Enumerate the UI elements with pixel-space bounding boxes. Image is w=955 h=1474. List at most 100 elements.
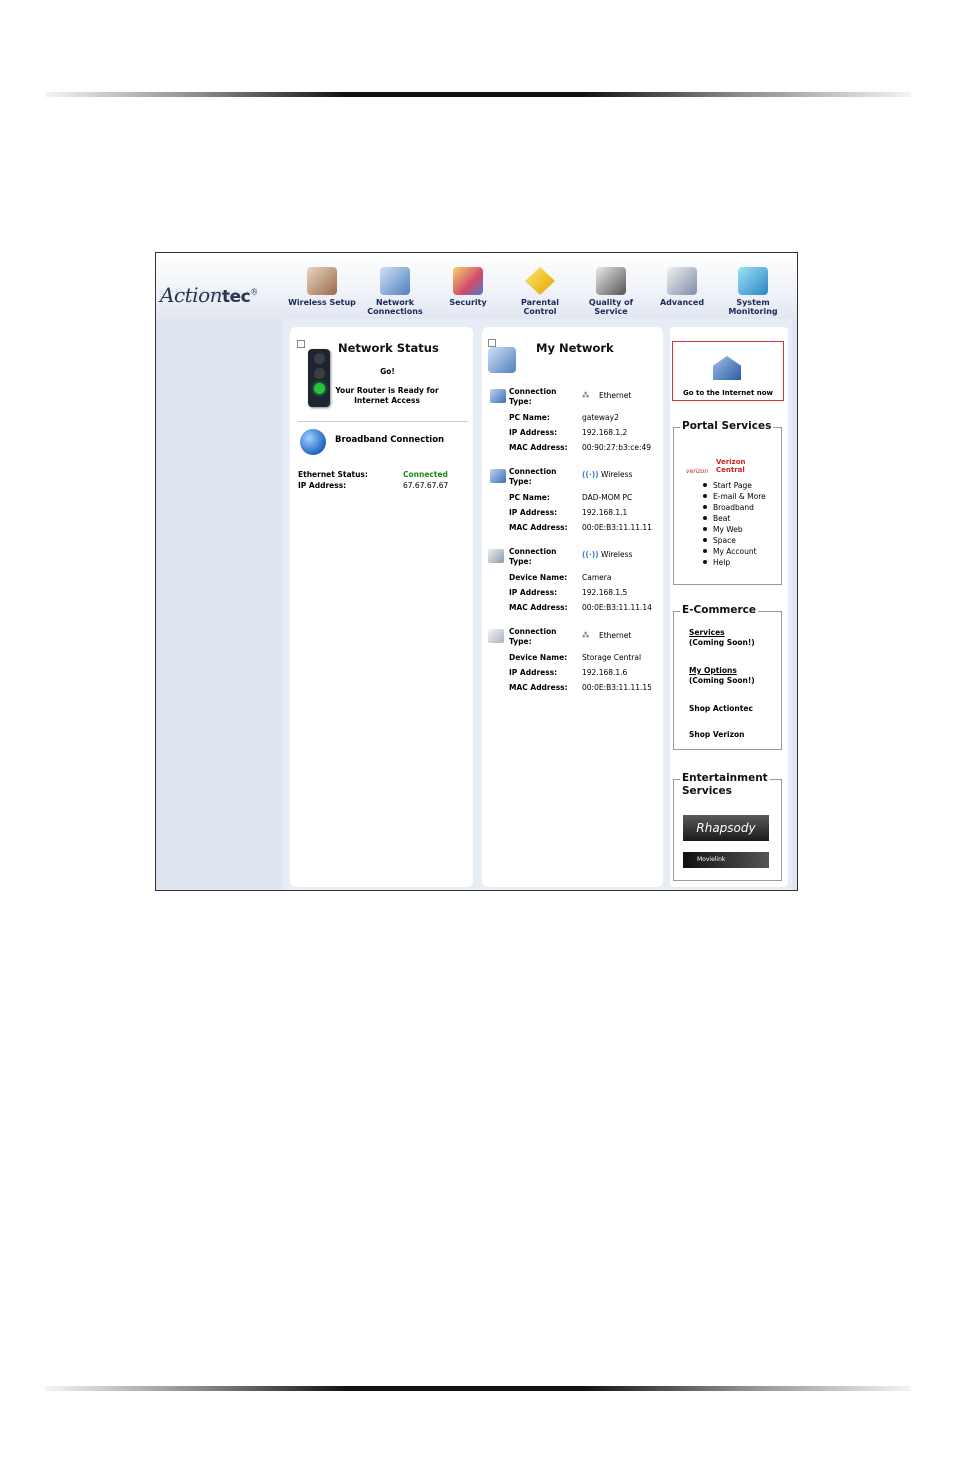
- portal-link-continued[interactable]: Space: [703, 535, 779, 546]
- device-name-value: Storage Central: [582, 653, 642, 662]
- nav-parental-control[interactable]: Parental Control: [504, 267, 576, 316]
- verizon-logo[interactable]: verizon Verizon Central: [686, 458, 776, 475]
- shop-actiontec-link[interactable]: Shop Actiontec: [689, 704, 753, 714]
- computer-icon: [490, 469, 506, 483]
- go-to-internet-button[interactable]: Go to the Internet now: [672, 341, 784, 401]
- device-ip-value: 192.168.1.1: [582, 508, 628, 517]
- right-column: Go to the Internet now Portal Services v…: [670, 327, 788, 887]
- ethernet-icon: ⁂: [582, 391, 590, 400]
- router-screenshot: Actiontec® Actiontec Wireless Setup Netw…: [155, 252, 798, 891]
- verizon-central-label: Verizon Central: [716, 458, 746, 474]
- connection-type-label: Type:: [509, 477, 532, 486]
- nav-label: Connections: [367, 307, 423, 316]
- device-name-label: Device Name:: [509, 653, 568, 662]
- nav-network-connections[interactable]: Network Connections: [359, 267, 431, 316]
- wireless-signal-icon: ((·)): [582, 470, 599, 479]
- portal-link[interactable]: Help: [703, 557, 779, 568]
- camera-icon: [488, 549, 504, 563]
- device-mac-value: 00:0E:B3:11.11.14: [582, 603, 652, 612]
- rhapsody-banner[interactable]: Rhapsody: [683, 815, 769, 841]
- connection-type-value: Wireless: [599, 470, 633, 480]
- device-entry: Connection Type: ⁂ Ethernet PC Name: gate…: [482, 387, 663, 457]
- parental-control-icon: [525, 267, 555, 295]
- nav-quality-of-service[interactable]: Quality of Service: [575, 267, 647, 316]
- network-connections-icon: [380, 267, 410, 295]
- nav-label: Network: [375, 298, 415, 307]
- ethernet-status-label: Ethernet Status:: [298, 470, 368, 479]
- ethernet-status-value: Connected: [403, 470, 448, 479]
- device-mac-label: MAC Address:: [509, 603, 568, 612]
- portal-link[interactable]: My Account: [703, 546, 779, 557]
- ecommerce-title: E-Commerce: [680, 604, 758, 617]
- portal-services-title: Portal Services: [680, 420, 774, 433]
- entertainment-box: Entertainment Services Rhapsody Movielink: [673, 772, 782, 881]
- nav-security[interactable]: Security: [432, 267, 504, 307]
- device-mac-value: 00:0E:B3:11.11.15: [582, 683, 652, 692]
- network-status-title: Network Status: [338, 341, 439, 355]
- nav-label: Quality of: [588, 298, 634, 307]
- connection-type-value: Wireless: [599, 550, 633, 560]
- bottom-rule: [45, 1386, 911, 1391]
- house-icon: [713, 356, 741, 380]
- nav-system-monitoring[interactable]: System Monitoring: [717, 267, 789, 316]
- device-ip-label: IP Address:: [509, 588, 558, 597]
- panel-toggle-icon[interactable]: [488, 339, 496, 347]
- shop-verizon-link[interactable]: Shop Verizon: [689, 730, 744, 740]
- device-ip-value: 192.168.1.5: [582, 588, 628, 597]
- connection-type-label: Type:: [509, 637, 532, 646]
- connection-type-label: Connection: [509, 547, 557, 556]
- portal-link[interactable]: E-mail & More: [703, 491, 779, 502]
- my-network-icon: [488, 347, 516, 373]
- system-monitoring-icon: [738, 267, 768, 295]
- nav-label: Parental: [520, 298, 560, 307]
- movielink-banner[interactable]: Movielink: [683, 852, 769, 868]
- broadband-connection-title: Broadband Connection: [335, 435, 445, 445]
- wireless-signal-icon: ((·)): [582, 550, 599, 559]
- panel-toggle-icon[interactable]: [297, 340, 305, 348]
- globe-icon: [300, 429, 326, 455]
- portal-link[interactable]: Start Page: [703, 480, 779, 491]
- device-entry: Connection Type: ((·)) Wireless Device Na…: [482, 547, 663, 617]
- device-ip-value: 192.168.1.6: [582, 668, 628, 677]
- movielink-label: Movielink: [697, 856, 726, 863]
- connection-type-label: Type:: [509, 397, 532, 406]
- wan-ip-value: 67.67.67.67: [403, 481, 449, 490]
- my-options-link[interactable]: My Options: [689, 666, 737, 675]
- services-note: (Coming Soon!): [689, 638, 755, 647]
- my-options-note: (Coming Soon!): [689, 676, 755, 685]
- status-divider: [298, 421, 468, 422]
- device-mac-label: MAC Address:: [509, 523, 568, 532]
- portal-link[interactable]: Broadband: [703, 502, 779, 513]
- nav-wireless-setup[interactable]: Wireless Setup: [286, 267, 358, 307]
- nav-label: System: [736, 298, 770, 307]
- router-ready-text: Your Router is Ready for Internet Access: [335, 386, 439, 405]
- nav-label: Service: [594, 307, 628, 316]
- rhapsody-label: Rhapsody: [696, 821, 756, 835]
- device-name-value: DAD-MOM PC: [582, 493, 633, 502]
- connection-type-label: Connection: [509, 627, 557, 636]
- services-link[interactable]: Services: [689, 628, 725, 637]
- wan-ip-label: IP Address:: [298, 481, 347, 490]
- quality-of-service-icon: [596, 267, 626, 295]
- device-ip-label: IP Address:: [509, 668, 558, 677]
- nav-advanced[interactable]: Advanced: [646, 267, 718, 307]
- network-status-panel: Network Status Go! Your Router is Ready …: [290, 327, 473, 887]
- device-name-value: Camera: [582, 573, 612, 582]
- device-name-value: gateway2: [582, 413, 619, 422]
- nav-label: Monitoring: [728, 307, 778, 316]
- portal-link[interactable]: My Web: [703, 524, 779, 535]
- entertainment-title: Entertainment Services: [680, 772, 770, 798]
- portal-link-continued[interactable]: Beat: [703, 513, 779, 524]
- computer-icon: [490, 389, 506, 403]
- device-name-label: PC Name:: [509, 493, 550, 502]
- nav-label: Advanced: [659, 298, 705, 307]
- my-network-panel: My Network Connection Type: ⁂ Ethernet PC…: [482, 327, 663, 887]
- nav-label: Security: [449, 298, 487, 307]
- device-ip-value: 192.168.1.2: [582, 428, 628, 437]
- left-sidebar: [156, 323, 282, 890]
- verizon-small-logo: verizon: [686, 468, 708, 475]
- portal-links: Start Page E-mail & More Broadband Beat …: [703, 480, 779, 568]
- top-navigation-bar: Actiontec® Actiontec Wireless Setup Netw…: [156, 253, 797, 323]
- device-mac-label: MAC Address:: [509, 443, 568, 452]
- device-entry: Connection Type: ((·)) Wireless PC Name: …: [482, 467, 663, 537]
